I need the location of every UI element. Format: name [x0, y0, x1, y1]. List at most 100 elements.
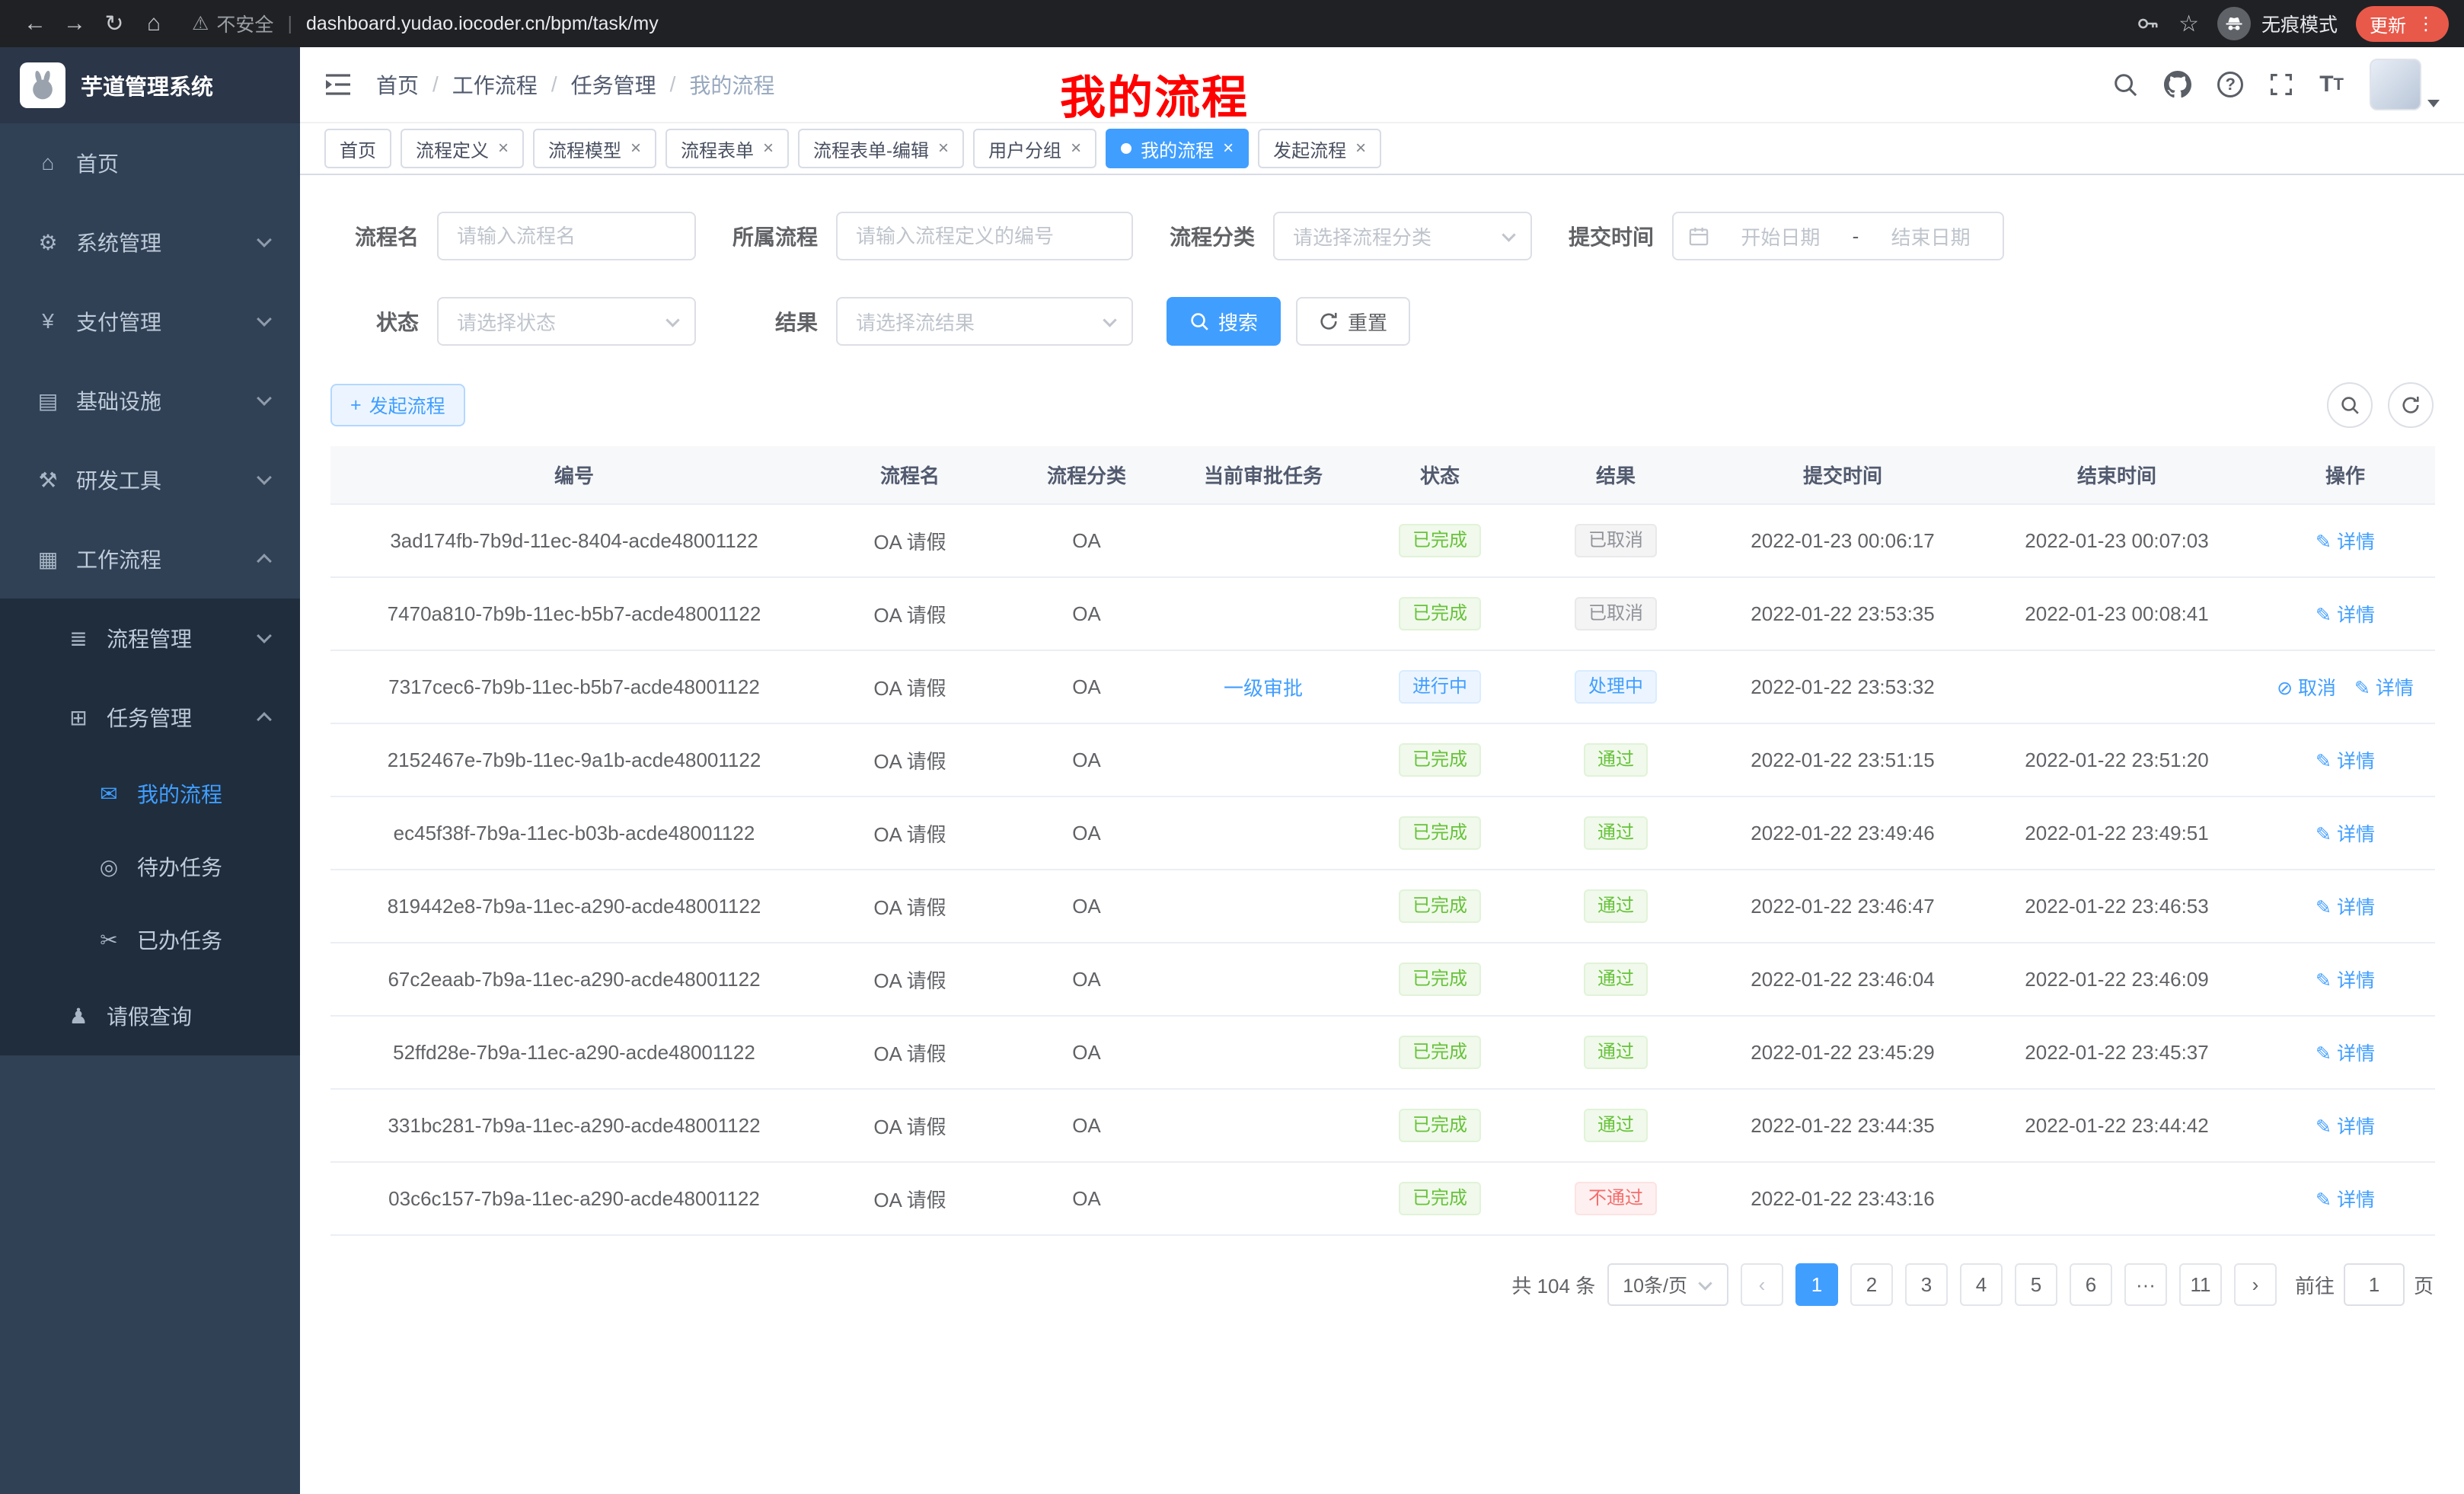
detail-link[interactable]: ✎ 详情: [2316, 605, 2375, 626]
page-button-5[interactable]: 5: [2015, 1263, 2057, 1306]
github-icon[interactable]: [2164, 71, 2191, 98]
user-menu[interactable]: [2370, 59, 2440, 110]
status-tag: 已完成: [1399, 597, 1481, 630]
close-icon[interactable]: ×: [763, 139, 774, 158]
refresh-button[interactable]: [2388, 382, 2434, 428]
browser-back-icon[interactable]: ←: [15, 4, 55, 43]
close-icon[interactable]: ×: [498, 139, 509, 158]
key-icon[interactable]: [2136, 11, 2160, 36]
next-page-button[interactable]: ›: [2234, 1263, 2277, 1306]
column-header-submit-time: 提交时间: [1707, 446, 1978, 504]
cell-submit-time: 2022-01-22 23:49:46: [1707, 796, 1978, 870]
tab-user-group[interactable]: 用户分组 ×: [973, 129, 1096, 168]
security-indicator[interactable]: ⚠ 不安全: [192, 10, 273, 37]
sidebar-item-label: 工作流程: [76, 544, 161, 574]
cell-status: 已完成: [1355, 1162, 1524, 1235]
page-size-value: 10条/页: [1623, 1271, 1687, 1298]
update-button[interactable]: 更新 ⋮: [2356, 6, 2449, 42]
sidebar-item-my-process[interactable]: ✉ 我的流程: [0, 757, 300, 830]
sidebar-item-task-management[interactable]: ⊞ 任务管理: [0, 678, 300, 757]
close-icon[interactable]: ×: [630, 139, 641, 158]
prev-page-button[interactable]: ‹: [1741, 1263, 1783, 1306]
detail-link[interactable]: ✎ 详情: [2316, 532, 2375, 553]
tab-process-form[interactable]: 流程表单 ×: [665, 129, 789, 168]
more-pages-button[interactable]: ···: [2124, 1263, 2167, 1306]
sidebar-item-todo-tasks[interactable]: ◎ 待办任务: [0, 830, 300, 903]
sidebar-item-label: 我的流程: [137, 778, 222, 809]
breadcrumb-home[interactable]: 首页: [376, 69, 419, 100]
detail-link[interactable]: ✎ 详情: [2354, 678, 2414, 699]
sidebar-item-workflow[interactable]: ▦ 工作流程: [0, 519, 300, 599]
browser-home-icon[interactable]: ⌂: [134, 4, 174, 43]
page-button-6[interactable]: 6: [2070, 1263, 2112, 1306]
start-process-label: 发起流程: [369, 391, 445, 419]
page-button-4[interactable]: 4: [1960, 1263, 2003, 1306]
cell-result: 通过: [1524, 1016, 1707, 1089]
owner-process-input[interactable]: [836, 212, 1133, 260]
avatar[interactable]: [2370, 59, 2421, 110]
browser-forward-icon[interactable]: →: [55, 4, 94, 43]
close-icon[interactable]: ×: [938, 139, 949, 158]
tab-start-process[interactable]: 发起流程 ×: [1258, 129, 1381, 168]
result-select[interactable]: 请选择流结果: [836, 297, 1133, 346]
detail-link[interactable]: ✎ 详情: [2316, 1189, 2375, 1211]
cell-result: 通过: [1524, 1089, 1707, 1162]
close-icon[interactable]: ×: [1355, 139, 1366, 158]
result-tag: 处理中: [1575, 670, 1657, 704]
detail-link[interactable]: ✎ 详情: [2316, 1043, 2375, 1065]
breadcrumb-task-management[interactable]: 任务管理: [571, 69, 656, 100]
tab-process-model[interactable]: 流程模型 ×: [533, 129, 656, 168]
tab-process-form-edit[interactable]: 流程表单-编辑 ×: [798, 129, 964, 168]
goto-page-input[interactable]: [2344, 1263, 2405, 1306]
browser-menu-icon[interactable]: ⋮: [2417, 13, 2435, 35]
bookmark-star-icon[interactable]: ☆: [2178, 11, 2199, 37]
detail-link[interactable]: ✎ 详情: [2316, 970, 2375, 991]
page-size-select[interactable]: 10条/页: [1607, 1263, 1728, 1306]
page-button-1[interactable]: 1: [1795, 1263, 1838, 1306]
page-button-2[interactable]: 2: [1850, 1263, 1893, 1306]
page-button-3[interactable]: 3: [1905, 1263, 1948, 1306]
sidebar-item-system[interactable]: ⚙ 系统管理: [0, 203, 300, 282]
sidebar-collapse-icon[interactable]: [324, 72, 352, 97]
sidebar-item-infrastructure[interactable]: ▤ 基础设施: [0, 361, 300, 440]
close-icon[interactable]: ×: [1223, 139, 1234, 158]
close-icon[interactable]: ×: [1071, 139, 1081, 158]
sidebar-item-done-tasks[interactable]: ✂ 已办任务: [0, 903, 300, 976]
sidebar-item-leave-query[interactable]: ♟ 请假查询: [0, 976, 300, 1055]
sidebar-item-payment[interactable]: ¥ 支付管理: [0, 282, 300, 361]
font-size-icon[interactable]: [2319, 72, 2344, 97]
category-select[interactable]: 请选择流程分类: [1273, 212, 1532, 260]
cancel-link[interactable]: ⊘ 取消: [2277, 678, 2336, 699]
search-button[interactable]: 搜索: [1167, 297, 1281, 346]
fullscreen-icon[interactable]: [2269, 72, 2293, 97]
submit-time-range-picker[interactable]: 开始日期 - 结束日期: [1672, 212, 2004, 260]
start-process-button[interactable]: + 发起流程: [330, 384, 465, 426]
sidebar-item-home[interactable]: ⌂ 首页: [0, 123, 300, 203]
cell-actions: ✎ 详情: [2255, 1016, 2435, 1089]
reset-button[interactable]: 重置: [1296, 297, 1410, 346]
process-name-input[interactable]: [437, 212, 696, 260]
sidebar-item-process-management[interactable]: ≣ 流程管理: [0, 599, 300, 678]
status-select[interactable]: 请选择状态: [437, 297, 696, 346]
table-row: 3ad174fb-7b9d-11ec-8404-acde48001122 OA …: [330, 504, 2435, 577]
cell-current-task: [1171, 870, 1355, 943]
sidebar-item-devtools[interactable]: ⚒ 研发工具: [0, 440, 300, 519]
breadcrumb-workflow[interactable]: 工作流程: [452, 69, 538, 100]
detail-link[interactable]: ✎ 详情: [2316, 1116, 2375, 1138]
address-bar[interactable]: ⚠ 不安全 | dashboard.yudao.iocoder.cn/bpm/t…: [192, 10, 2136, 37]
detail-link[interactable]: ✎ 详情: [2316, 824, 2375, 845]
tools-icon: ⚒: [34, 468, 62, 493]
browser-reload-icon[interactable]: ↻: [94, 4, 134, 43]
tab-process-definition[interactable]: 流程定义 ×: [401, 129, 524, 168]
detail-link[interactable]: ✎ 详情: [2316, 751, 2375, 772]
tab-home[interactable]: 首页: [324, 129, 391, 168]
toggle-search-button[interactable]: [2327, 382, 2373, 428]
task-link[interactable]: 一级审批: [1224, 677, 1303, 700]
search-icon[interactable]: [2112, 72, 2138, 97]
detail-link[interactable]: ✎ 详情: [2316, 897, 2375, 918]
cell-process-name: OA 请假: [818, 504, 1002, 577]
help-icon[interactable]: [2217, 72, 2243, 97]
breadcrumb-current: 我的流程: [689, 69, 774, 100]
tab-my-process[interactable]: 我的流程 ×: [1106, 129, 1249, 168]
page-button-11[interactable]: 11: [2179, 1263, 2222, 1306]
